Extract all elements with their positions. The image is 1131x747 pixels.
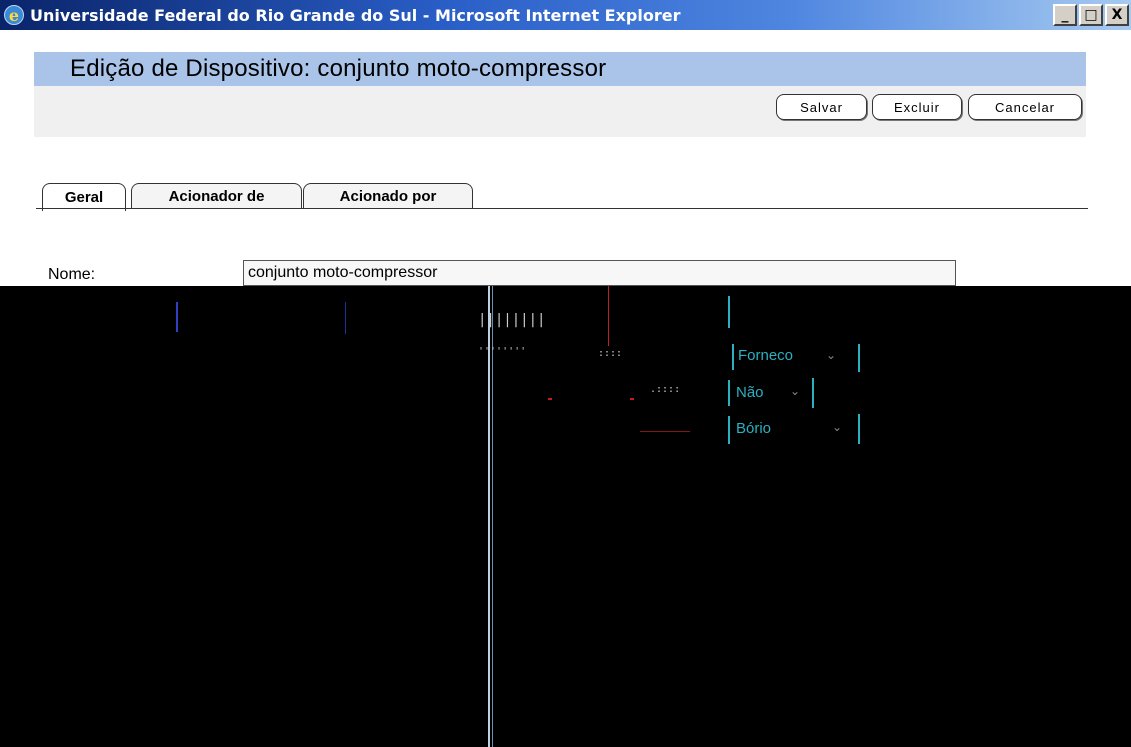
- artifact-glitch: ||||||||: [478, 312, 546, 328]
- artifact-cyan-bar-3: [858, 344, 860, 372]
- nome-label: Nome:: [48, 266, 96, 283]
- maximize-button[interactable]: □: [1079, 4, 1103, 26]
- page-header: Edição de Dispositivo: conjunto moto-com…: [34, 52, 1086, 86]
- artifact-red-mark: [608, 286, 609, 346]
- tab-acionador-de[interactable]: Acionador de: [131, 183, 302, 209]
- tab-geral[interactable]: Geral: [42, 183, 126, 211]
- artifact-red-dot: [548, 398, 552, 400]
- ie-icon: e: [4, 5, 24, 25]
- delete-button[interactable]: Excluir: [872, 94, 962, 120]
- artifact-cyan-bar-4: [728, 380, 730, 406]
- page-title: Edição de Dispositivo: conjunto moto-com…: [70, 55, 607, 82]
- artifact-blue-bar-2: [345, 302, 346, 334]
- artifact-glitch-3: ::::: [598, 348, 623, 359]
- save-button[interactable]: Salvar: [776, 94, 867, 120]
- chevron-down-icon: ⌄: [826, 348, 837, 362]
- artifact-blue-bar: [176, 302, 178, 332]
- artifact-glitch-2: '''''''': [478, 346, 527, 357]
- close-button[interactable]: X: [1105, 4, 1129, 26]
- minimize-button[interactable]: _: [1053, 4, 1077, 26]
- chevron-down-icon-3: ⌄: [832, 420, 843, 434]
- window-title: Universidade Federal do Rio Grande do Su…: [30, 5, 681, 25]
- garbled-fragment-2: Não: [736, 384, 764, 401]
- window-controls: _ □ X: [1053, 4, 1129, 26]
- garbled-fragment-1: Forneco: [738, 347, 794, 364]
- tab-divider: [36, 208, 1088, 209]
- artifact-red-line: [640, 431, 690, 432]
- cancel-button[interactable]: Cancelar: [968, 94, 1082, 120]
- artifact-cyan-bar-5: [812, 378, 814, 408]
- artifact-cyan-bar-7: [858, 414, 860, 444]
- artifact-red-dot-2: [630, 398, 634, 400]
- chevron-down-icon-2: ⌄: [790, 384, 801, 398]
- artifact-cyan-bar-6: [728, 416, 730, 444]
- nome-input[interactable]: [243, 260, 956, 286]
- action-toolbar: Salvar Excluir Cancelar: [34, 86, 1086, 137]
- tab-acionado-por[interactable]: Acionado por: [303, 183, 473, 209]
- render-artifact-area: |||||||| '''''''' :::: .:::: Forneco ⌄ N…: [0, 286, 1131, 747]
- garbled-fragment-3: Bório: [736, 420, 772, 437]
- artifact-cyan-bar: [728, 296, 730, 328]
- window-title-bar: e Universidade Federal do Rio Grande do …: [0, 0, 1131, 30]
- artifact-glitch-4: .::::: [650, 384, 681, 395]
- artifact-cyan-bar-2: [732, 344, 734, 370]
